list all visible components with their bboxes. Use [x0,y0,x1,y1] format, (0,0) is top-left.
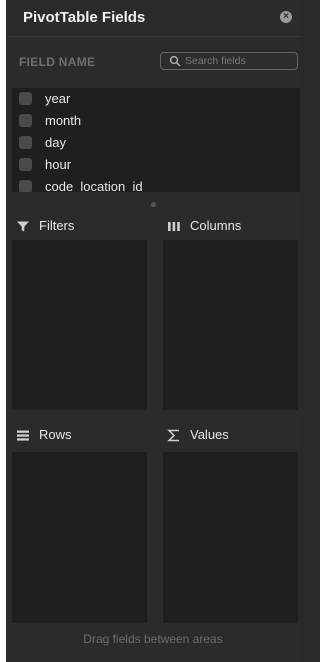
field-item-month[interactable]: month [12,110,300,132]
values-label: Values [190,427,229,442]
field-checkbox[interactable] [19,92,32,105]
drag-hint: Drag fields between areas [83,632,223,646]
search-fields-input[interactable] [185,53,293,69]
panel-header: PivotTable Fields × [6,0,300,36]
values-area-title: Values [167,425,297,445]
field-item-label: hour [45,157,72,172]
search-icon [169,55,181,67]
columns-area-title: Columns [167,216,297,236]
resize-grip[interactable] [151,202,156,207]
field-checkbox[interactable] [19,114,32,127]
filter-icon [17,221,29,232]
header-divider [6,36,300,37]
field-item-label: year [45,91,71,106]
panel-title: PivotTable Fields [23,9,146,26]
field-item-label: month [45,113,82,128]
field-checkbox[interactable] [19,180,32,192]
field-item-year[interactable]: year [12,88,300,110]
filters-drop-zone[interactable] [12,240,147,410]
field-item-code-location-id[interactable]: code_location_id [12,176,300,192]
search-fields-box[interactable] [160,52,298,70]
pivottable-fields-panel: PivotTable Fields × FIELD NAME year mont… [6,0,300,662]
field-name-label: FIELD NAME [19,55,96,69]
sigma-icon [167,429,179,442]
filters-label: Filters [39,218,75,233]
rows-label: Rows [39,427,72,442]
field-item-label: day [45,135,66,150]
field-item-hour[interactable]: hour [12,154,300,176]
values-drop-zone[interactable] [163,452,298,623]
columns-icon [168,222,180,231]
filters-area-title: Filters [16,216,146,236]
rows-drop-zone[interactable] [12,452,147,623]
close-icon[interactable]: × [280,11,292,23]
field-item-label: code_location_id [45,179,143,192]
field-item-day[interactable]: day [12,132,300,154]
rows-icon [17,430,29,441]
field-checkbox[interactable] [19,136,32,149]
field-checkbox[interactable] [19,158,32,171]
columns-drop-zone[interactable] [163,240,298,410]
field-list: year month day hour code_location_id [12,88,300,192]
columns-label: Columns [190,218,242,233]
rows-area-title: Rows [16,425,146,445]
